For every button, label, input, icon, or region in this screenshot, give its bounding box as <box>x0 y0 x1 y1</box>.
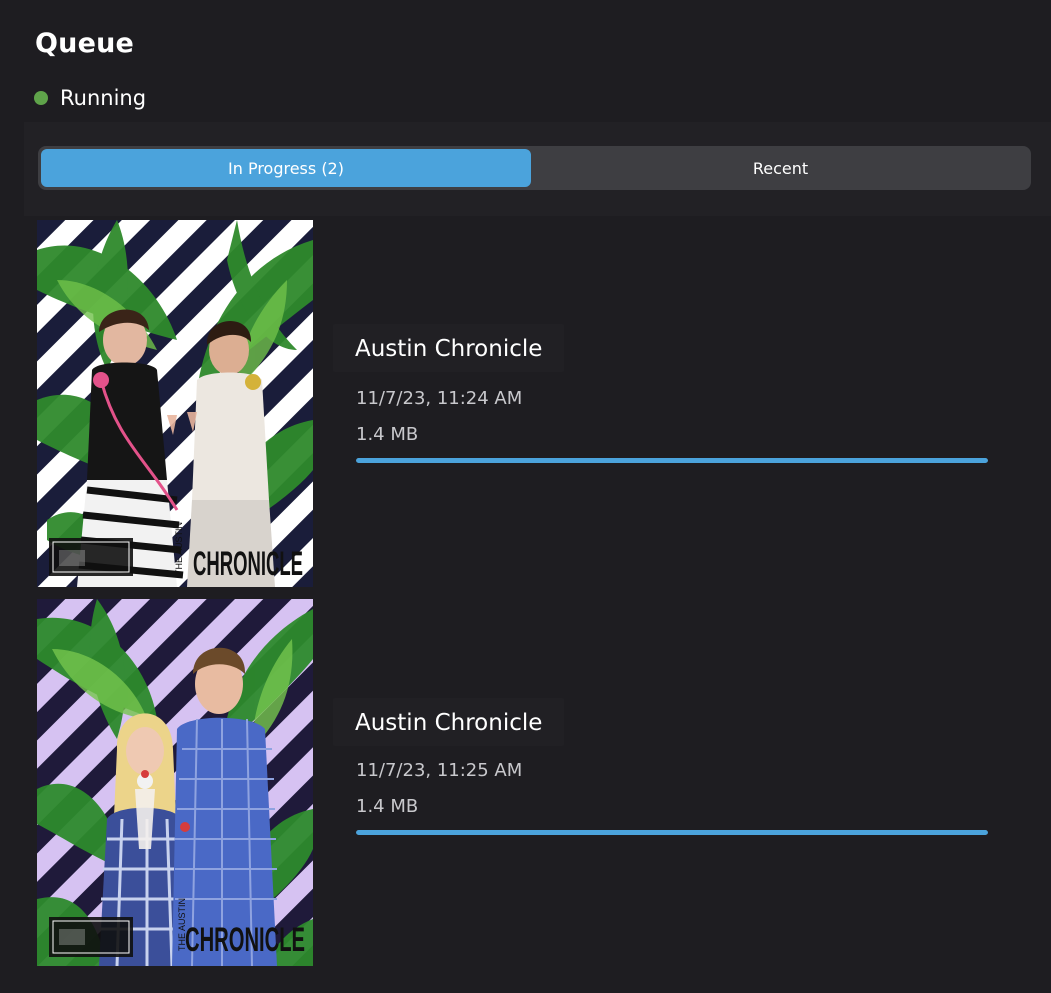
thumbnail-logo: CHRONICLE <box>185 921 305 959</box>
item-date: 11/7/23, 11:24 AM <box>356 388 523 409</box>
item-size: 1.4 MB <box>356 796 419 817</box>
item-title: Austin Chronicle <box>333 698 565 746</box>
progress-fill <box>356 458 988 463</box>
thumbnail-logo-small: THE AUSTIN <box>174 522 184 575</box>
tab-recent[interactable]: Recent <box>533 149 1028 187</box>
thumbnail-logo: CHRONICLE <box>193 545 303 583</box>
page-title: Queue <box>35 28 135 59</box>
status-label: Running <box>60 86 147 110</box>
item-size: 1.4 MB <box>356 424 419 445</box>
status-dot-icon <box>34 91 48 105</box>
item-title: Austin Chronicle <box>333 324 565 372</box>
status-indicator: Running <box>34 86 146 110</box>
queue-item[interactable]: THE AUSTIN CHRONICLE Austin Chronicle 11… <box>0 599 1051 969</box>
progress-bar <box>356 458 988 463</box>
thumbnail-image: THE AUSTIN CHRONICLE <box>37 599 313 966</box>
thumbnail-image: THE AUSTIN CHRONICLE <box>37 220 313 587</box>
progress-fill <box>356 830 988 835</box>
item-date: 11/7/23, 11:25 AM <box>356 760 523 781</box>
queue-item[interactable]: THE AUSTIN CHRONICLE Austin Chronicle 11… <box>0 220 1051 590</box>
progress-bar <box>356 830 988 835</box>
queue-tabs: In Progress (2) Recent <box>38 146 1031 190</box>
tab-in-progress[interactable]: In Progress (2) <box>41 149 531 187</box>
